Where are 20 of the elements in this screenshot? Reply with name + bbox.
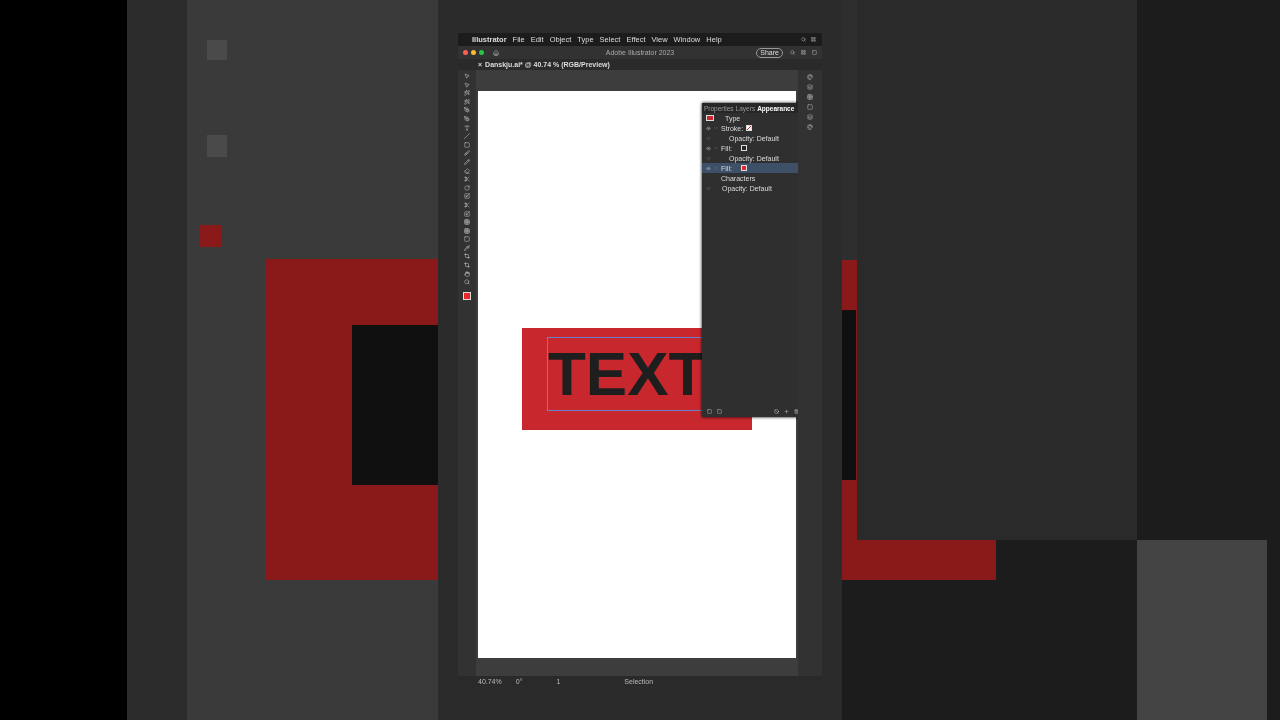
minimize-button[interactable] [471, 50, 476, 55]
artwork-text: TEXT [548, 338, 707, 410]
fill-swatch[interactable] [740, 165, 747, 171]
duplicate-icon[interactable] [784, 409, 789, 414]
fill-swatch[interactable] [740, 145, 747, 151]
search-icon[interactable] [801, 37, 806, 42]
new-stroke-icon[interactable] [707, 409, 712, 414]
clear-icon[interactable] [774, 409, 779, 414]
visibility-icon[interactable] [706, 145, 711, 151]
visibility-icon[interactable] [706, 125, 711, 131]
search-icon[interactable] [790, 50, 795, 55]
delete-icon[interactable] [794, 409, 798, 414]
new-fill-icon[interactable] [717, 409, 722, 414]
fill-color-swatch[interactable] [463, 291, 471, 300]
close-button[interactable] [463, 50, 468, 55]
home-icon[interactable] [493, 49, 499, 56]
maximize-button[interactable] [479, 50, 484, 55]
thumbnail-swatch [706, 115, 714, 121]
stroke-swatch[interactable] [746, 125, 753, 131]
visibility-icon[interactable] [706, 165, 711, 171]
